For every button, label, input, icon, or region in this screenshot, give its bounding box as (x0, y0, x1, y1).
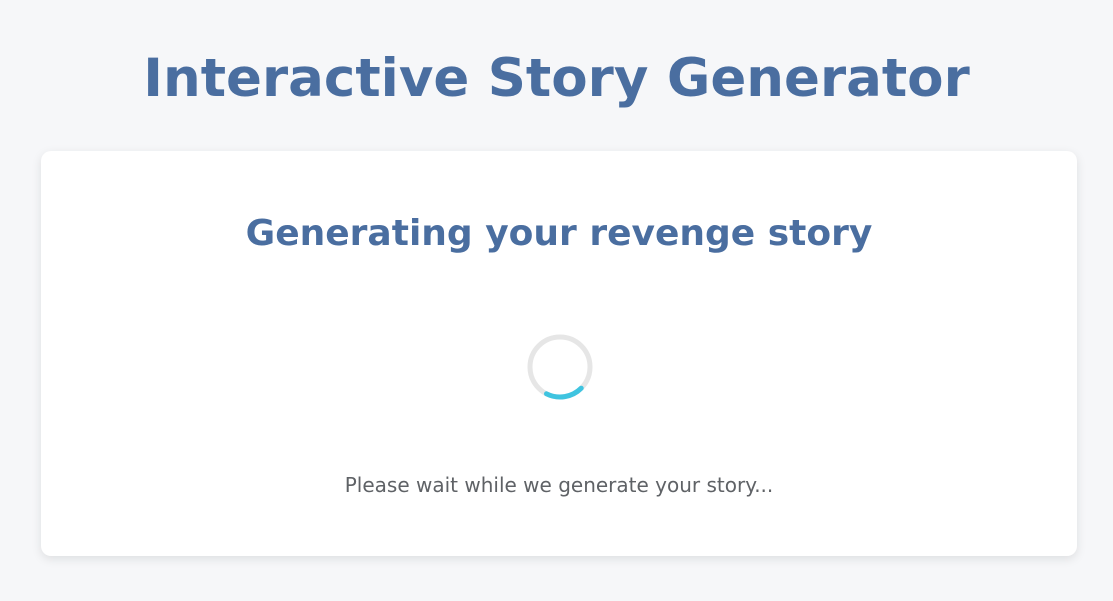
status-message: Please wait while we generate your story… (344, 473, 774, 497)
page-title: Interactive Story Generator (143, 48, 970, 109)
card-heading: Generating your revenge story (245, 213, 873, 254)
spinner-arc (544, 385, 584, 400)
generation-card: Generating your revenge story Please wai… (41, 151, 1077, 556)
loading-spinner-icon (527, 334, 593, 400)
